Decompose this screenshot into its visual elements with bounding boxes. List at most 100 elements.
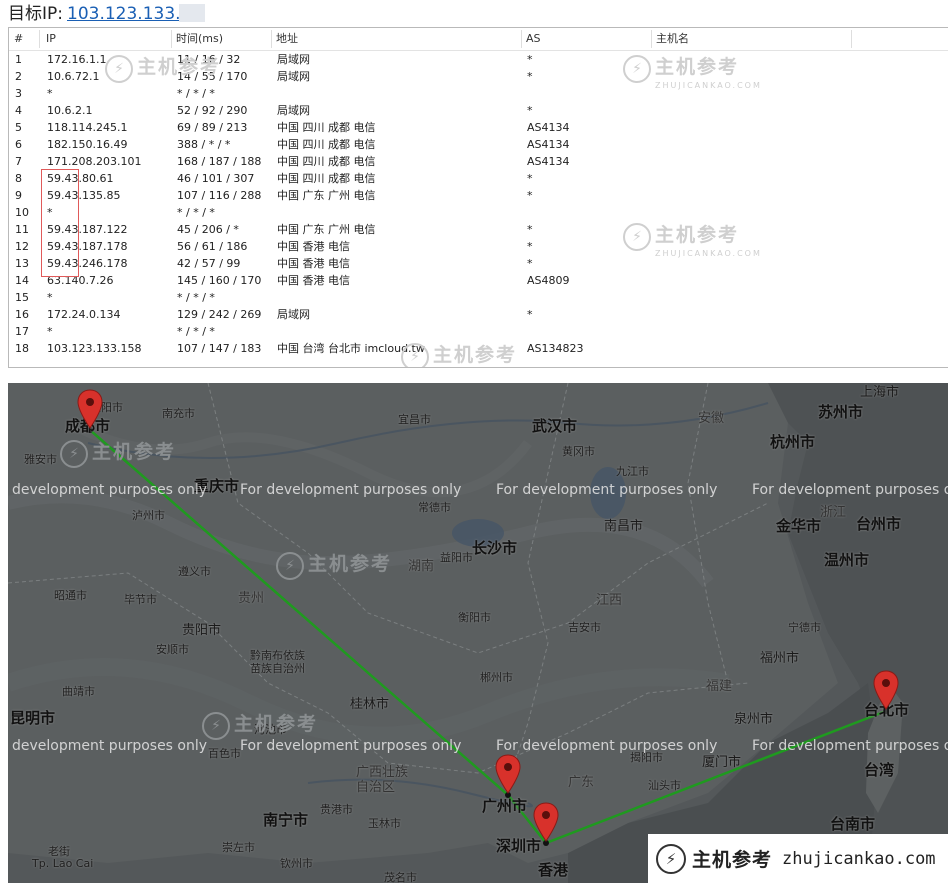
hop-time: 46 / 101 / 307	[177, 172, 255, 185]
hop-address: 中国 广东 广州 电信	[277, 223, 376, 236]
ip-redaction	[178, 4, 205, 22]
hop-as: AS4134	[527, 155, 570, 168]
map-pin-icon[interactable]	[77, 389, 103, 429]
map-pin-icon[interactable]	[495, 754, 521, 794]
hop-time: 145 / 160 / 170	[177, 274, 262, 287]
region-label: 安徽	[698, 411, 725, 426]
table-row[interactable]: 2 10.6.72.1 14 / 55 / 170 局域网 *	[9, 68, 948, 85]
table-row[interactable]: 13 59.43.246.178 42 / 57 / 99 中国 香港 电信 *	[9, 255, 948, 272]
col-header-as[interactable]: AS	[521, 28, 651, 50]
table-row[interactable]: 7 171.208.203.101 168 / 187 / 188 中国 四川 成都 …	[9, 153, 948, 170]
hop-as: *	[527, 257, 533, 270]
table-row[interactable]: 1 172.16.1.1 11 / 16 / 32 局域网 *	[9, 51, 948, 68]
city-label: 黄冈市	[562, 445, 595, 458]
table-row[interactable]: 12 59.43.187.178 56 / 61 / 186 中国 香港 电信 *	[9, 238, 948, 255]
col-divider[interactable]	[39, 30, 40, 48]
hop-ip: 172.16.1.1	[47, 53, 107, 66]
hop-address: 中国 香港 电信	[277, 274, 350, 287]
hop-address: 中国 广东 广州 电信	[277, 189, 376, 202]
city-label: 衡阳市	[458, 611, 491, 624]
hop-time: * / * / *	[177, 325, 215, 338]
hop-number: 1	[15, 53, 22, 66]
city-label: 台南市	[830, 815, 876, 833]
city-label: 益阳市	[440, 551, 473, 564]
city-label: 河池市	[254, 723, 287, 736]
hop-time: * / * / *	[177, 206, 215, 219]
hop-number: 15	[15, 291, 29, 304]
hop-as: AS134823	[527, 342, 584, 355]
region-label: 广西壮族自治区	[356, 765, 409, 795]
city-label: 安顺市	[156, 643, 189, 656]
city-label: 台湾	[864, 761, 895, 779]
col-header-hostname[interactable]: 主机名	[651, 28, 851, 50]
table-row[interactable]: 8 59.43.80.61 46 / 101 / 307 中国 四川 成都 电信 *	[9, 170, 948, 187]
city-label: 吉安市	[568, 621, 601, 634]
hop-number: 3	[15, 87, 22, 100]
city-label: 雅安市	[24, 453, 57, 466]
route-map[interactable]: 成都市 重庆市 武汉市 长沙市 杭州市 苏州市 上海市 温州市 台州市 金华市 …	[8, 383, 948, 883]
table-row[interactable]: 18 103.123.133.158 107 / 147 / 183 中国 台湾 台北…	[9, 340, 948, 357]
table-row[interactable]: 15 * * / * / *	[9, 289, 948, 306]
hop-ip: 103.123.133.158	[47, 342, 142, 355]
hop-time: * / * / *	[177, 291, 215, 304]
hop-ip: 118.114.245.1	[47, 121, 128, 134]
table-row[interactable]: 4 10.6.2.1 52 / 92 / 290 局域网 *	[9, 102, 948, 119]
hop-ip: 63.140.7.26	[47, 274, 114, 287]
hop-time: 45 / 206 / *	[177, 223, 239, 236]
brand-url[interactable]: zhujicankao.com	[782, 849, 936, 869]
col-header-time[interactable]: 时间(ms)	[171, 28, 271, 50]
hop-ip: 10.6.2.1	[47, 104, 93, 117]
col-divider[interactable]	[851, 30, 852, 48]
hop-time: * / * / *	[177, 87, 215, 100]
table-row[interactable]: 17 * * / * / *	[9, 323, 948, 340]
table-row[interactable]: 5 118.114.245.1 69 / 89 / 213 中国 四川 成都 电信 AS…	[9, 119, 948, 136]
dev-notice: For development purposes only	[240, 482, 462, 498]
hop-address: 局域网	[277, 308, 310, 321]
table-row[interactable]: 10 * * / * / *	[9, 204, 948, 221]
city-label: 金华市	[776, 517, 822, 535]
city-label: 泉州市	[734, 712, 774, 727]
hop-as: *	[527, 53, 533, 66]
hop-address: 中国 四川 成都 电信	[277, 172, 376, 185]
hop-number: 4	[15, 104, 22, 117]
col-header-ip[interactable]: IP	[41, 28, 171, 50]
col-header-address[interactable]: 地址	[271, 28, 521, 50]
table-row[interactable]: 3 * * / * / *	[9, 85, 948, 102]
city-label: 桂林市	[350, 697, 390, 712]
hop-ip: 182.150.16.49	[47, 138, 128, 151]
hop-ip: 59.43.80.61	[47, 172, 114, 185]
hop-time: 107 / 116 / 288	[177, 189, 262, 202]
table-row[interactable]: 11 59.43.187.122 45 / 206 / * 中国 广东 广州 电信 *	[9, 221, 948, 238]
city-label: 泸州市	[132, 509, 165, 522]
table-row[interactable]: 16 172.24.0.134 129 / 242 / 269 局域网 *	[9, 306, 948, 323]
city-label: 曲靖市	[62, 685, 95, 698]
col-header-number[interactable]: #	[9, 28, 39, 50]
target-ip-link[interactable]: 103.123.133.	[67, 4, 181, 24]
city-label: 钦州市	[280, 857, 313, 870]
city-label: 武汉市	[532, 417, 578, 435]
city-label: 贵阳市	[182, 623, 222, 638]
hop-number: 18	[15, 342, 29, 355]
map-pin-icon[interactable]	[873, 670, 899, 710]
brand-name: 主机参考	[692, 849, 773, 871]
hop-ip: *	[47, 87, 53, 100]
city-label: 温州市	[824, 551, 870, 569]
dev-notice: development purposes only	[12, 738, 208, 754]
city-label: 香港	[538, 861, 569, 879]
table-row[interactable]: 9 59.43.135.85 107 / 116 / 288 中国 广东 广州 电信 *	[9, 187, 948, 204]
map-pin-icon[interactable]	[533, 802, 559, 842]
table-row[interactable]: 6 182.150.16.49 388 / * / * 中国 四川 成都 电信 AS41…	[9, 136, 948, 153]
hop-as: *	[527, 70, 533, 83]
table-row[interactable]: 14 63.140.7.26 145 / 160 / 170 中国 香港 电信 AS48…	[9, 272, 948, 289]
hop-as: *	[527, 172, 533, 185]
hop-ip: 59.43.246.178	[47, 257, 128, 270]
hop-ip: 59.43.135.85	[47, 189, 121, 202]
city-label: 苏州市	[818, 403, 864, 421]
city-label: 遵义市	[178, 565, 211, 578]
hop-time: 11 / 16 / 32	[177, 53, 241, 66]
region-label: 广东	[568, 775, 595, 790]
hop-number: 14	[15, 274, 29, 287]
table-header: # IP 时间(ms) 地址 AS 主机名	[9, 28, 948, 51]
dev-notice: For development purposes only	[240, 738, 462, 754]
hop-address: 中国 四川 成都 电信	[277, 138, 376, 151]
